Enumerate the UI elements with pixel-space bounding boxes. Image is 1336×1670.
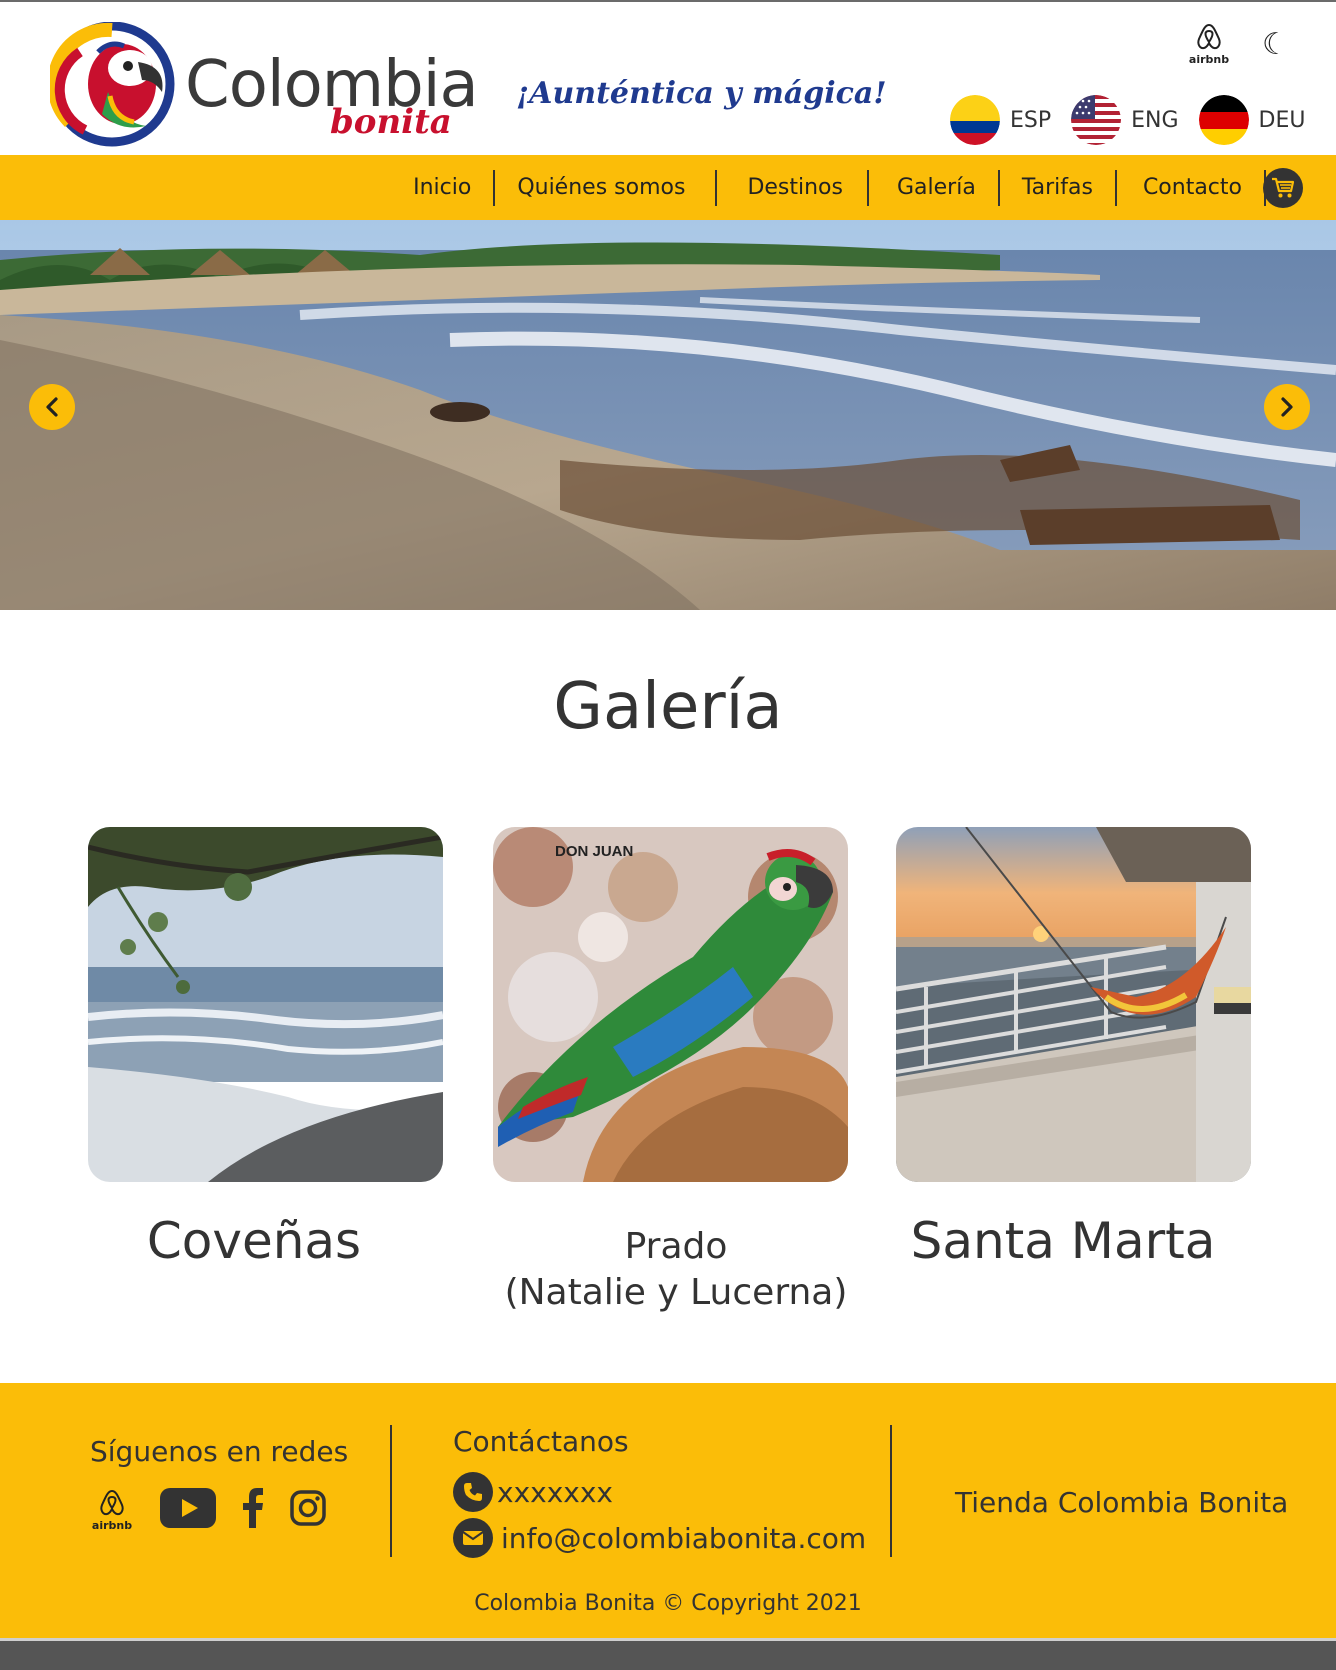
lang-deu[interactable]: DEU	[1198, 95, 1306, 145]
card-caption-prado: Prado (Natalie y Lucerna)	[466, 1224, 886, 1316]
lang-code: ESP	[1010, 107, 1052, 133]
store-link[interactable]: Tienda Colombia Bonita	[955, 1486, 1288, 1519]
airbnb-link[interactable]: airbnb	[1186, 22, 1232, 72]
usa-flag-icon	[1071, 95, 1122, 145]
nav-galeria[interactable]: Galería	[869, 169, 1000, 206]
moon-icon[interactable]: ☾	[1262, 30, 1289, 60]
santa-marta-image	[896, 827, 1251, 1182]
phone-icon	[453, 1472, 493, 1512]
card-caption-prado-line2: (Natalie y Lucerna)	[504, 1272, 848, 1313]
facebook-icon	[243, 1488, 263, 1528]
nav-contacto[interactable]: Contacto	[1117, 169, 1266, 206]
card-caption-santa-marta: Santa Marta	[910, 1212, 1216, 1270]
gallery-card-santa-marta[interactable]	[896, 827, 1251, 1182]
carousel-prev-button[interactable]	[29, 384, 75, 430]
instagram-link[interactable]	[290, 1490, 326, 1530]
contact-phone[interactable]: xxxxxxx	[453, 1472, 613, 1512]
site-slogan: ¡Aunténtica y mágica!	[516, 76, 887, 111]
airbnb-icon	[100, 1489, 124, 1516]
social-links: airbnb	[90, 1488, 352, 1532]
nav-inicio[interactable]: Inicio	[391, 169, 496, 206]
chevron-right-icon	[1281, 397, 1293, 417]
germany-flag-icon	[1198, 95, 1249, 145]
cart-icon	[1272, 177, 1295, 198]
footer-airbnb-label: airbnb	[91, 1519, 133, 1532]
gallery-card-prado[interactable]: DON JUAN	[493, 827, 848, 1182]
airbnb-label: airbnb	[1188, 53, 1230, 66]
nav-destinos[interactable]: Destinos	[717, 169, 869, 206]
youtube-link[interactable]	[160, 1488, 216, 1532]
card-caption-prado-line1: Prado	[624, 1226, 728, 1267]
bottom-bar	[0, 1638, 1336, 1670]
gallery-card-covenas[interactable]	[88, 827, 443, 1182]
lang-esp[interactable]: ESP	[950, 95, 1051, 145]
nav-tarifas[interactable]: Tarifas	[1000, 169, 1117, 206]
card-caption-covenas: Coveñas	[146, 1212, 362, 1270]
airbnb-icon	[1197, 23, 1221, 50]
youtube-icon	[160, 1488, 216, 1528]
lang-code: ENG	[1131, 107, 1179, 133]
colombia-flag-icon	[950, 95, 1000, 145]
parrot-logo-icon	[50, 22, 175, 147]
chevron-left-icon	[46, 397, 58, 417]
mail-icon	[453, 1518, 493, 1558]
instagram-icon	[290, 1490, 326, 1526]
cart-button[interactable]	[1263, 168, 1303, 208]
footer-divider	[890, 1425, 892, 1557]
contact-heading: Contáctanos	[453, 1425, 629, 1458]
hero-beach-image	[0, 220, 1336, 610]
nav-quienes-somos[interactable]: Quiénes somos	[495, 169, 718, 206]
brand-logo[interactable]: Colombia bonita	[50, 22, 479, 147]
covenas-image	[88, 827, 443, 1182]
footer-divider	[390, 1425, 392, 1557]
site-header: Colombia bonita ¡Aunténtica y mágica! ai…	[0, 0, 1336, 155]
facebook-link[interactable]	[242, 1488, 264, 1532]
lang-code: DEU	[1258, 107, 1306, 133]
footer-airbnb-link[interactable]: airbnb	[90, 1488, 134, 1532]
contact-phone-text: xxxxxxx	[497, 1475, 613, 1509]
lang-eng[interactable]: ENG	[1071, 95, 1179, 145]
contact-email[interactable]: info@colombiabonita.com	[453, 1518, 866, 1558]
hero-carousel	[0, 220, 1336, 610]
carousel-next-button[interactable]	[1264, 384, 1310, 430]
parrot-image	[493, 827, 848, 1182]
nav-items: Inicio Quiénes somos Destinos Galería Ta…	[391, 155, 1266, 220]
contact-email-text: info@colombiabonita.com	[501, 1521, 867, 1555]
main-nav: Inicio Quiénes somos Destinos Galería Ta…	[0, 155, 1336, 220]
card-overlay-label: DON JUAN	[555, 843, 634, 860]
brand-subtitle: bonita	[330, 102, 452, 142]
copyright: Colombia Bonita © Copyright 2021	[474, 1591, 862, 1616]
gallery-title: Galería	[553, 670, 783, 744]
social-heading: Síguenos en redes	[90, 1435, 349, 1468]
site-footer: Síguenos en redes airbnb Contáctanos xxx…	[0, 1383, 1336, 1638]
language-switcher: ESP ENG DEU	[950, 94, 1326, 146]
